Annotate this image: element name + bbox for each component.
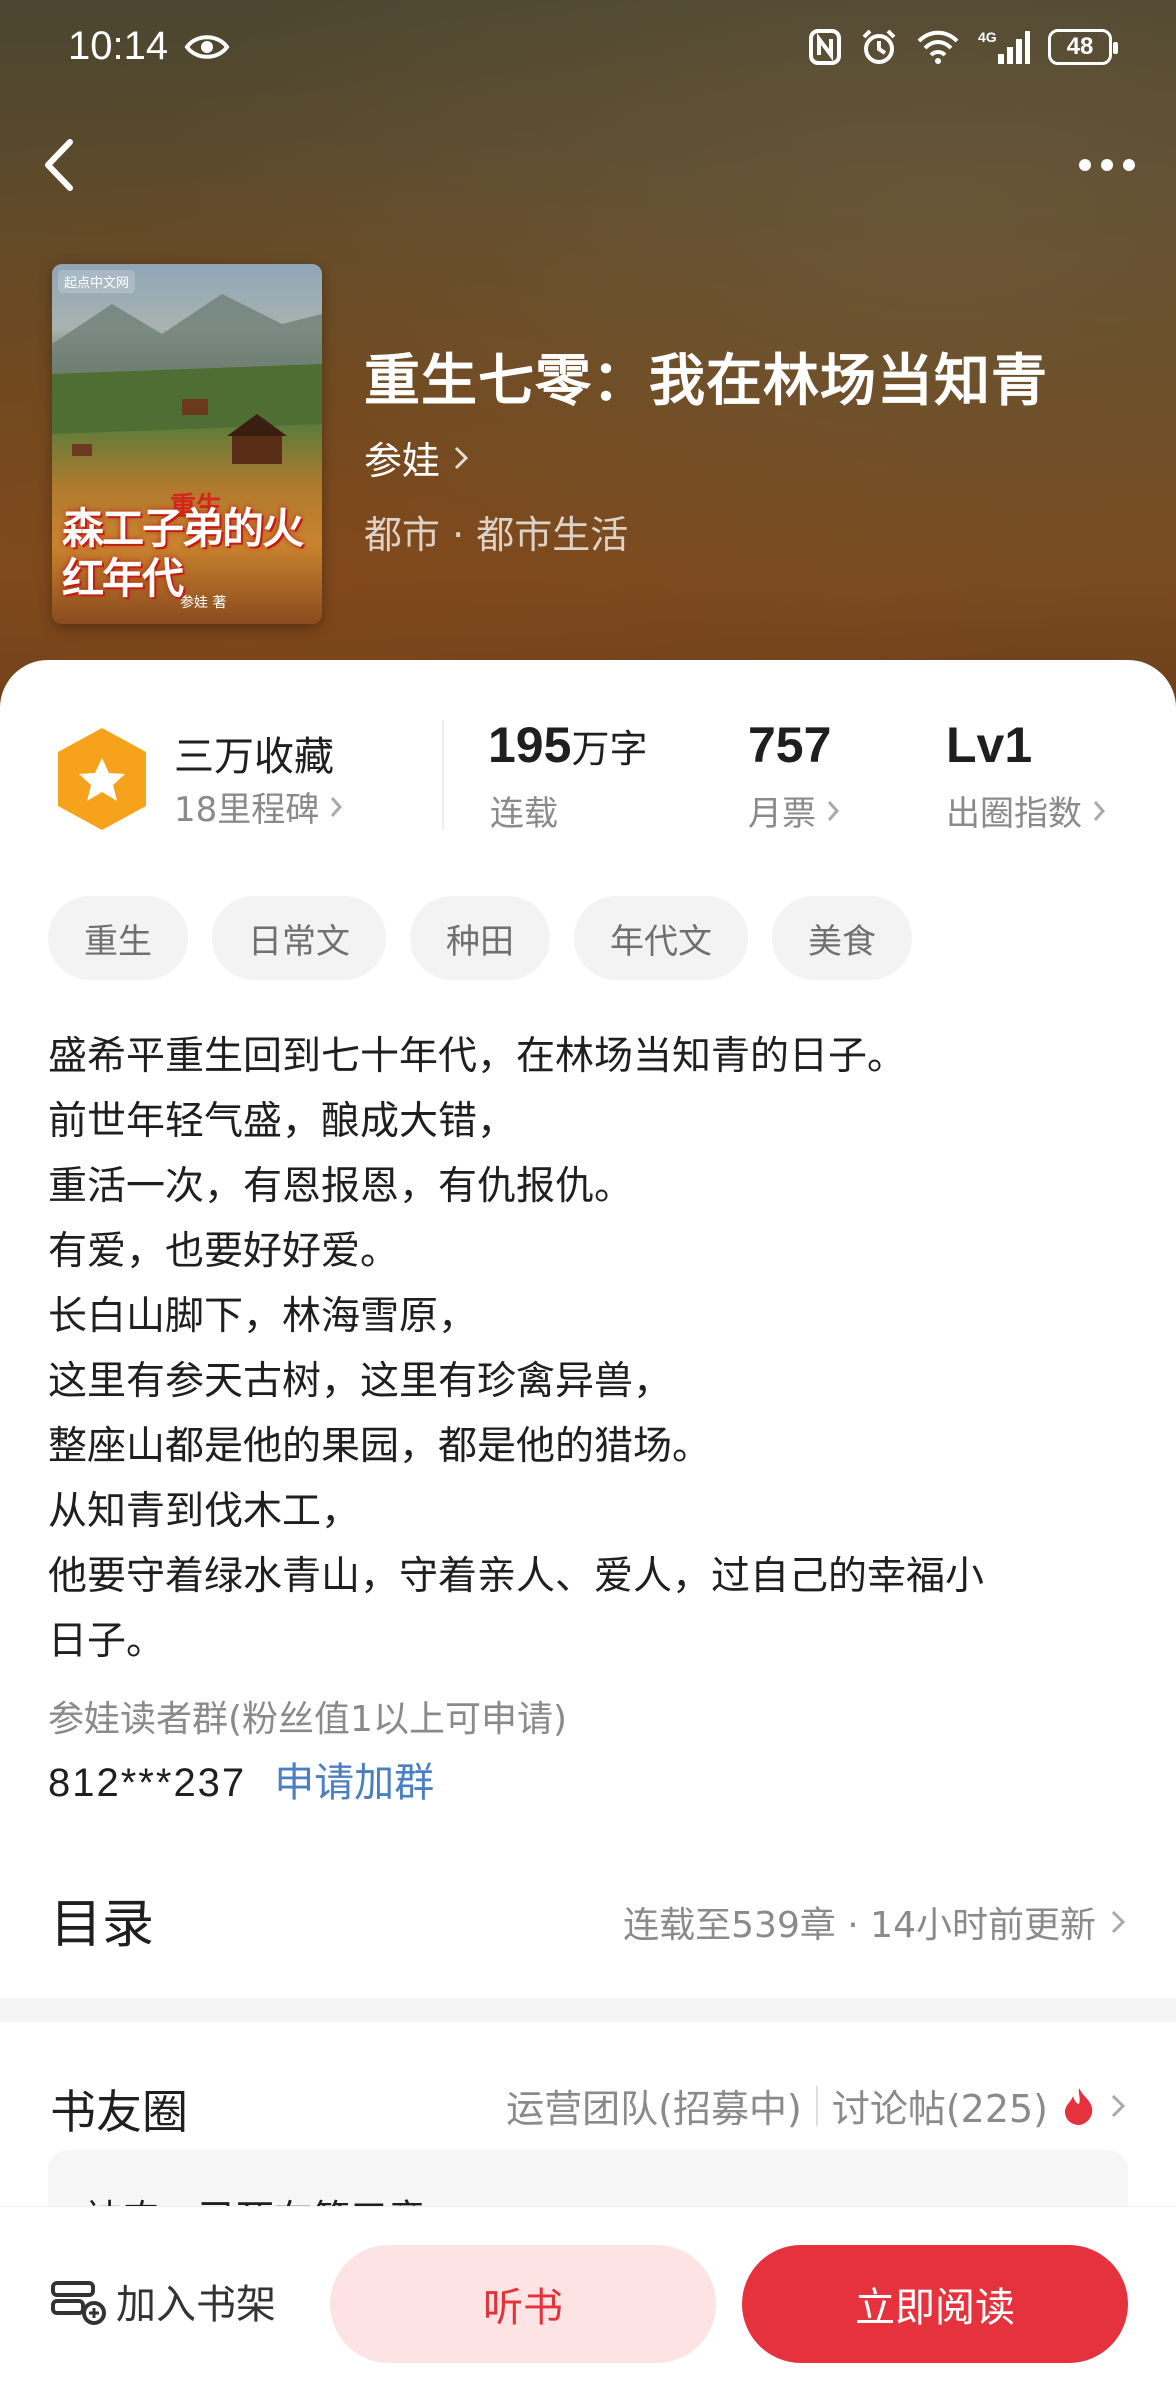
- chevron-right-icon: [331, 796, 343, 817]
- monthly-votes-label: 月票: [748, 794, 816, 834]
- ops-team-link[interactable]: 运营团队(招募中): [506, 2078, 802, 2133]
- link-separator: [815, 2085, 818, 2126]
- chevron-right-icon: [827, 800, 840, 821]
- back-icon[interactable]: [30, 130, 90, 200]
- tag-chip[interactable]: 年代文: [574, 896, 748, 980]
- level-value: Lv1: [946, 717, 1033, 773]
- alarm-icon: [862, 29, 896, 64]
- book-genre[interactable]: 都市 · 都市生活: [364, 504, 628, 559]
- monthly-votes-value: 757: [748, 717, 832, 773]
- favorites-label: 三万收藏: [174, 734, 334, 780]
- star-badge-icon: [58, 728, 146, 830]
- reader-group-label: 参娃读者群(粉丝值1以上可申请): [48, 1699, 567, 1740]
- stats-divider: [442, 720, 444, 830]
- word-count: 195万字: [488, 716, 647, 774]
- author-link[interactable]: 参娃: [364, 430, 470, 485]
- description-line: 有爱，也要好好爱。: [48, 1229, 400, 1274]
- section-divider: [0, 1998, 1176, 2022]
- description-line: 日子。: [48, 1619, 166, 1664]
- chevron-right-icon: [1111, 1910, 1126, 1934]
- cover-title-art: 森工子弟的火红年代: [62, 504, 304, 603]
- book-detail-card: 三万收藏 18里程碑 195万字 连载 757 月票 Lv1 出圈指数 重生 日…: [0, 660, 1176, 2000]
- book-title: 重生七零：我在林场当知青: [364, 348, 1048, 414]
- milestones-label: 18里程碑: [174, 790, 320, 830]
- toc-update-info: 连载至539章 · 14小时前更新: [623, 1905, 1096, 1946]
- word-count-value: 195: [488, 717, 572, 773]
- milestones-link[interactable]: 18里程碑: [174, 782, 343, 831]
- add-shelf-label: 加入书架: [116, 2282, 276, 2328]
- monthly-votes-link[interactable]: 月票: [748, 786, 840, 835]
- chevron-right-icon: [1093, 800, 1106, 821]
- cover-author: 参娃 著: [180, 595, 227, 611]
- toc-title: 目录: [50, 1895, 155, 1955]
- description-line: 前世年轻气盛，酿成大错，: [48, 1099, 517, 1144]
- signal-icon: 4G: [978, 29, 1030, 64]
- level-link[interactable]: 出圈指数: [946, 786, 1106, 835]
- description-line: 从知青到伐木工，: [48, 1489, 361, 1534]
- read-now-button[interactable]: 立即阅读: [742, 2245, 1128, 2363]
- status-bar: 10:14 4G 48: [0, 0, 1176, 100]
- bottom-action-bar: 加入书架 听书 立即阅读: [0, 2206, 1176, 2400]
- toc-info: 连载至539章 · 14小时前更新: [623, 1896, 1126, 1948]
- svg-text:4G: 4G: [978, 29, 997, 45]
- nfc-icon: [809, 29, 841, 65]
- word-count-unit: 万字: [571, 729, 648, 771]
- description-line: 这里有参天古树，这里有珍禽异兽，: [48, 1359, 673, 1404]
- reader-group-number: 812***237: [48, 1761, 247, 1805]
- status-icons: 4G 48: [808, 28, 1118, 66]
- chevron-right-icon: [454, 446, 469, 469]
- reader-group-row: 812***237 申请加群: [48, 1750, 434, 1808]
- author-name: 参娃: [364, 439, 441, 483]
- tag-chip[interactable]: 美食: [772, 896, 912, 980]
- tag-chip[interactable]: 重生: [48, 896, 188, 980]
- eye-icon: [184, 35, 230, 59]
- add-to-shelf-button[interactable]: 加入书架: [50, 2261, 276, 2341]
- battery-indicator: 48: [1048, 29, 1118, 65]
- listen-button[interactable]: 听书: [330, 2245, 716, 2363]
- description-line: 盛希平重生回到七十年代，在林场当知青的日子。: [48, 1034, 907, 1079]
- serial-status: 连载: [490, 794, 558, 834]
- description-line: 他要守着绿水青山，守着亲人、爱人，过自己的幸福小: [48, 1554, 985, 1599]
- book-cover[interactable]: 起点中文网 重生 森工子弟的火红年代 参娃 著: [52, 264, 322, 624]
- tag-list: 重生 日常文 种田 年代文 美食: [48, 896, 912, 980]
- status-time: 10:14: [68, 24, 169, 68]
- chevron-right-icon: [1111, 2094, 1126, 2117]
- add-shelf-icon: [51, 2281, 106, 2325]
- book-header: 10:14 4G 48 起点中文网 重生 森工子弟的火红年代 参娃 著 重生七零…: [0, 0, 1176, 720]
- table-of-contents-row[interactable]: 目录 连载至539章 · 14小时前更新: [0, 1860, 1176, 1980]
- book-circle-title: 书友圈: [50, 2085, 188, 2139]
- book-description[interactable]: 盛希平重生回到七十年代，在林场当知青的日子。 前世年轻气盛，酿成大错， 重活一次…: [48, 1024, 1138, 1674]
- discussions-link[interactable]: 讨论帖(225): [832, 2078, 1048, 2133]
- level-label: 出圈指数: [946, 794, 1082, 834]
- description-line: 整座山都是他的果园，都是他的猎场。: [48, 1424, 712, 1469]
- apply-group-link[interactable]: 申请加群: [274, 1750, 434, 1808]
- wifi-icon: [917, 30, 959, 64]
- tag-chip[interactable]: 日常文: [212, 896, 386, 980]
- fire-icon: [1065, 2087, 1093, 2125]
- more-icon[interactable]: [1072, 140, 1142, 190]
- cover-publisher-logo: 起点中文网: [58, 270, 136, 293]
- book-circle-links[interactable]: 运营团队(招募中) 讨论帖(225): [506, 2078, 1126, 2133]
- description-line: 长白山脚下，林海雪原，: [48, 1294, 478, 1339]
- tag-chip[interactable]: 种田: [410, 896, 550, 980]
- description-line: 重活一次，有恩报恩，有仇报仇。: [48, 1164, 634, 1209]
